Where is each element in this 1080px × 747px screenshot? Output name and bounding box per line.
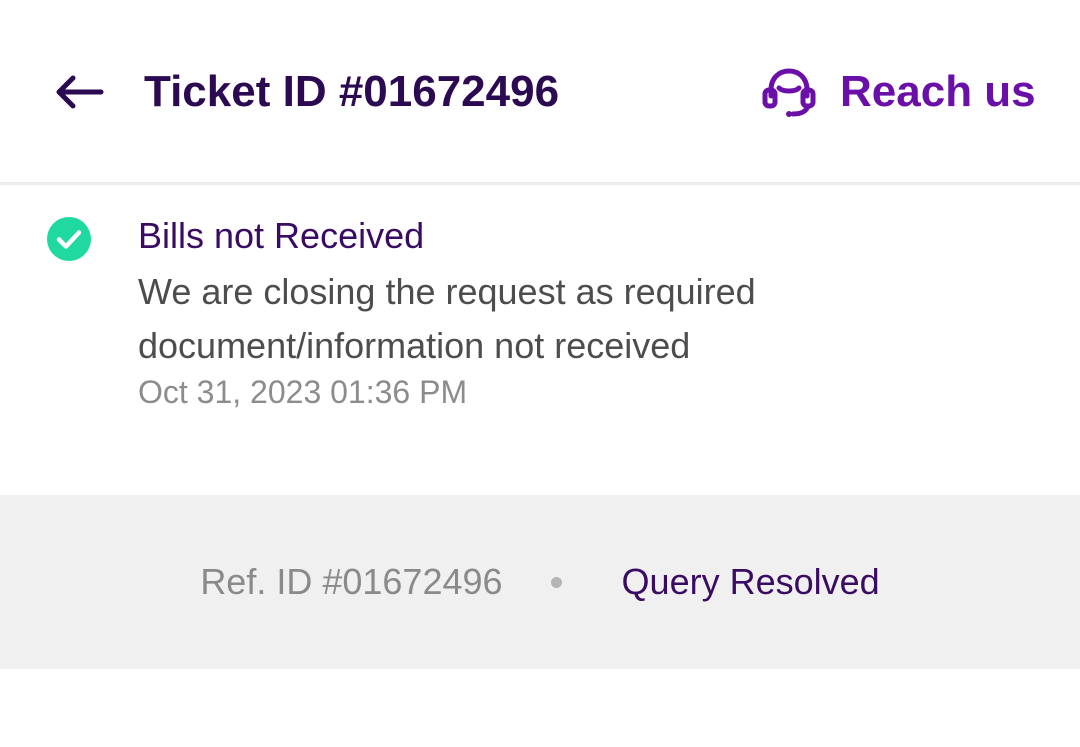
headset-icon (760, 66, 818, 118)
ticket-summary-bar: Ref. ID #01672496 Query Resolved (0, 495, 1080, 669)
reach-us-label: Reach us (840, 67, 1036, 116)
status-message: We are closing the request as required d… (138, 271, 756, 366)
back-button[interactable] (48, 62, 110, 122)
app-header: Ticket ID #01672496 Reach us (0, 0, 1080, 185)
reach-us-button[interactable]: Reach us (760, 62, 1036, 122)
check-circle-icon (47, 217, 91, 261)
query-status: Query Resolved (621, 561, 880, 602)
status-title: Bills not Received (138, 215, 425, 256)
reference-id: Ref. ID #01672496 (200, 561, 503, 602)
status-entry: Bills not Received We are closing the re… (0, 185, 1080, 495)
separator-dot (550, 576, 562, 588)
status-timestamp: Oct 31, 2023 01:36 PM (138, 374, 468, 410)
arrow-left-icon (56, 75, 104, 109)
page-title: Ticket ID #01672496 (144, 67, 560, 116)
ticket-detail-screen: Ticket ID #01672496 Reach us Bills not R… (0, 0, 1080, 747)
